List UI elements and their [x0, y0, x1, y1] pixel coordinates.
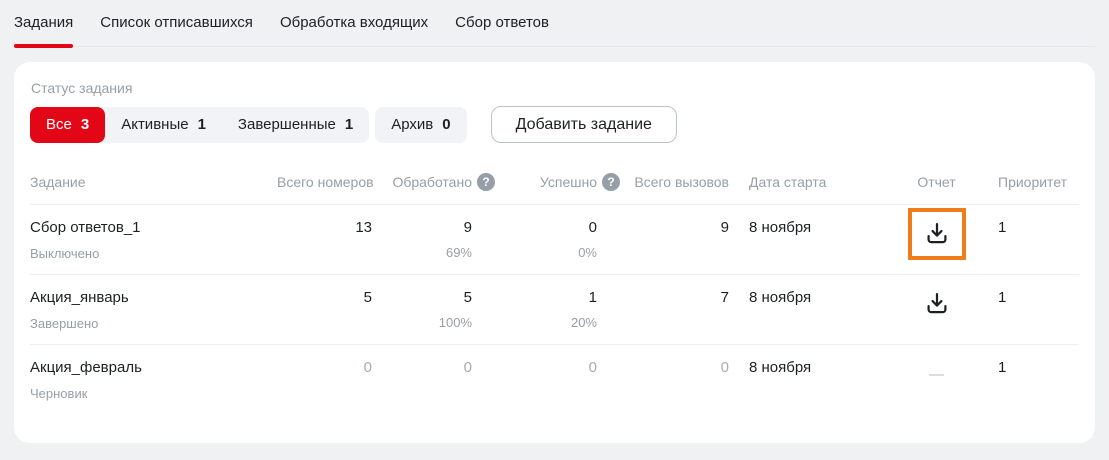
filter-archive-label: Архив	[391, 116, 433, 133]
status-filter-group: Все 3 Активные 1 Завершенные 1	[30, 107, 369, 143]
task-name: Акция_январь	[30, 289, 277, 306]
filter-completed-label: Завершенные	[238, 116, 336, 133]
filter-completed-count: 1	[345, 116, 353, 133]
task-status: Черновик	[30, 386, 277, 401]
priority-cell: 1	[984, 205, 1079, 275]
filter-active-count: 1	[198, 116, 206, 133]
header-priority: Приоритет	[984, 170, 1079, 205]
processed-cell: 5 100%	[372, 275, 472, 345]
total-calls-cell: 0	[597, 345, 729, 415]
header-processed: Обработано?	[372, 170, 472, 205]
tab-tasks[interactable]: Задания	[14, 0, 73, 46]
task-status: Выключено	[30, 246, 277, 261]
report-cell	[889, 275, 984, 345]
total-calls-cell: 9	[597, 205, 729, 275]
start-date-cell: 8 ноября	[729, 205, 889, 275]
processed-value: 5	[372, 289, 472, 306]
tab-incoming-processing[interactable]: Обработка входящих	[280, 0, 428, 46]
filter-active[interactable]: Активные 1	[105, 107, 222, 143]
filter-archive[interactable]: Архив 0	[375, 107, 466, 143]
processed-percent: 69%	[372, 245, 472, 260]
filter-active-label: Активные	[121, 116, 188, 133]
no-report-placeholder: —	[908, 348, 966, 400]
tasks-card: Статус задания Все 3 Активные 1 Завершен…	[14, 62, 1095, 443]
successful-value: 1	[472, 289, 597, 306]
total-numbers-cell: 5	[277, 275, 372, 345]
table-row[interactable]: Сбор ответов_1 Выключено 13 9 69% 0 0% 9…	[30, 205, 1079, 275]
task-cell: Акция_январь Завершено	[30, 275, 277, 345]
filter-archive-count: 0	[442, 116, 450, 133]
successful-cell: 1 20%	[472, 275, 597, 345]
filter-all-count: 3	[81, 116, 89, 133]
priority-cell: 1	[984, 345, 1079, 415]
total-numbers-cell: 13	[277, 205, 372, 275]
header-total-numbers: Всего номеров	[277, 170, 372, 205]
add-task-button[interactable]: Добавить задание	[491, 106, 677, 143]
start-date-cell: 8 ноября	[729, 345, 889, 415]
top-tab-bar: Задания Список отписавшихся Обработка вх…	[14, 0, 1095, 47]
filter-controls: Все 3 Активные 1 Завершенные 1 Архив 0 Д…	[30, 106, 1079, 143]
filter-completed[interactable]: Завершенные 1	[222, 107, 369, 143]
successful-percent: 20%	[472, 315, 597, 330]
status-filter-label: Статус задания	[31, 80, 1079, 96]
processed-cell: 0	[372, 345, 472, 415]
processed-cell: 9 69%	[372, 205, 472, 275]
header-start-date: Дата старта	[729, 170, 889, 205]
tasks-table: Задание Всего номеров Обработано? Успешн…	[30, 170, 1079, 415]
task-cell: Сбор ответов_1 Выключено	[30, 205, 277, 275]
dash-placeholder: —	[929, 366, 944, 383]
total-numbers-cell: 0	[277, 345, 372, 415]
download-icon	[923, 290, 951, 318]
report-cell	[889, 205, 984, 275]
tab-answers-collection[interactable]: Сбор ответов	[455, 0, 549, 46]
successful-cell: 0	[472, 345, 597, 415]
table-row[interactable]: Акция_февраль Черновик 0 0 0 0 8 ноября …	[30, 345, 1079, 415]
table-header-row: Задание Всего номеров Обработано? Успешн…	[30, 170, 1079, 205]
processed-percent: 100%	[372, 315, 472, 330]
tab-unsubscribed-list[interactable]: Список отписавшихся	[100, 0, 253, 46]
download-icon	[923, 220, 951, 248]
table-row[interactable]: Акция_январь Завершено 5 5 100% 1 20% 7 …	[30, 275, 1079, 345]
task-cell: Акция_февраль Черновик	[30, 345, 277, 415]
header-task: Задание	[30, 170, 277, 205]
filter-all-label: Все	[46, 116, 72, 133]
start-date-cell: 8 ноября	[729, 275, 889, 345]
total-calls-cell: 7	[597, 275, 729, 345]
task-name: Сбор ответов_1	[30, 219, 277, 236]
download-report-button[interactable]	[908, 208, 966, 260]
task-name: Акция_февраль	[30, 359, 277, 376]
successful-percent: 0%	[472, 245, 597, 260]
report-cell: —	[889, 345, 984, 415]
successful-value: 0	[472, 219, 597, 236]
priority-cell: 1	[984, 275, 1079, 345]
header-successful-label: Успешно	[540, 174, 597, 190]
successful-cell: 0 0%	[472, 205, 597, 275]
processed-value: 9	[372, 219, 472, 236]
header-processed-label: Обработано	[392, 174, 472, 190]
header-report: Отчет	[889, 170, 984, 205]
help-icon[interactable]: ?	[477, 173, 495, 191]
help-icon[interactable]: ?	[602, 173, 620, 191]
task-status: Завершено	[30, 316, 277, 331]
download-report-button[interactable]	[908, 278, 966, 330]
filter-all[interactable]: Все 3	[30, 107, 105, 143]
